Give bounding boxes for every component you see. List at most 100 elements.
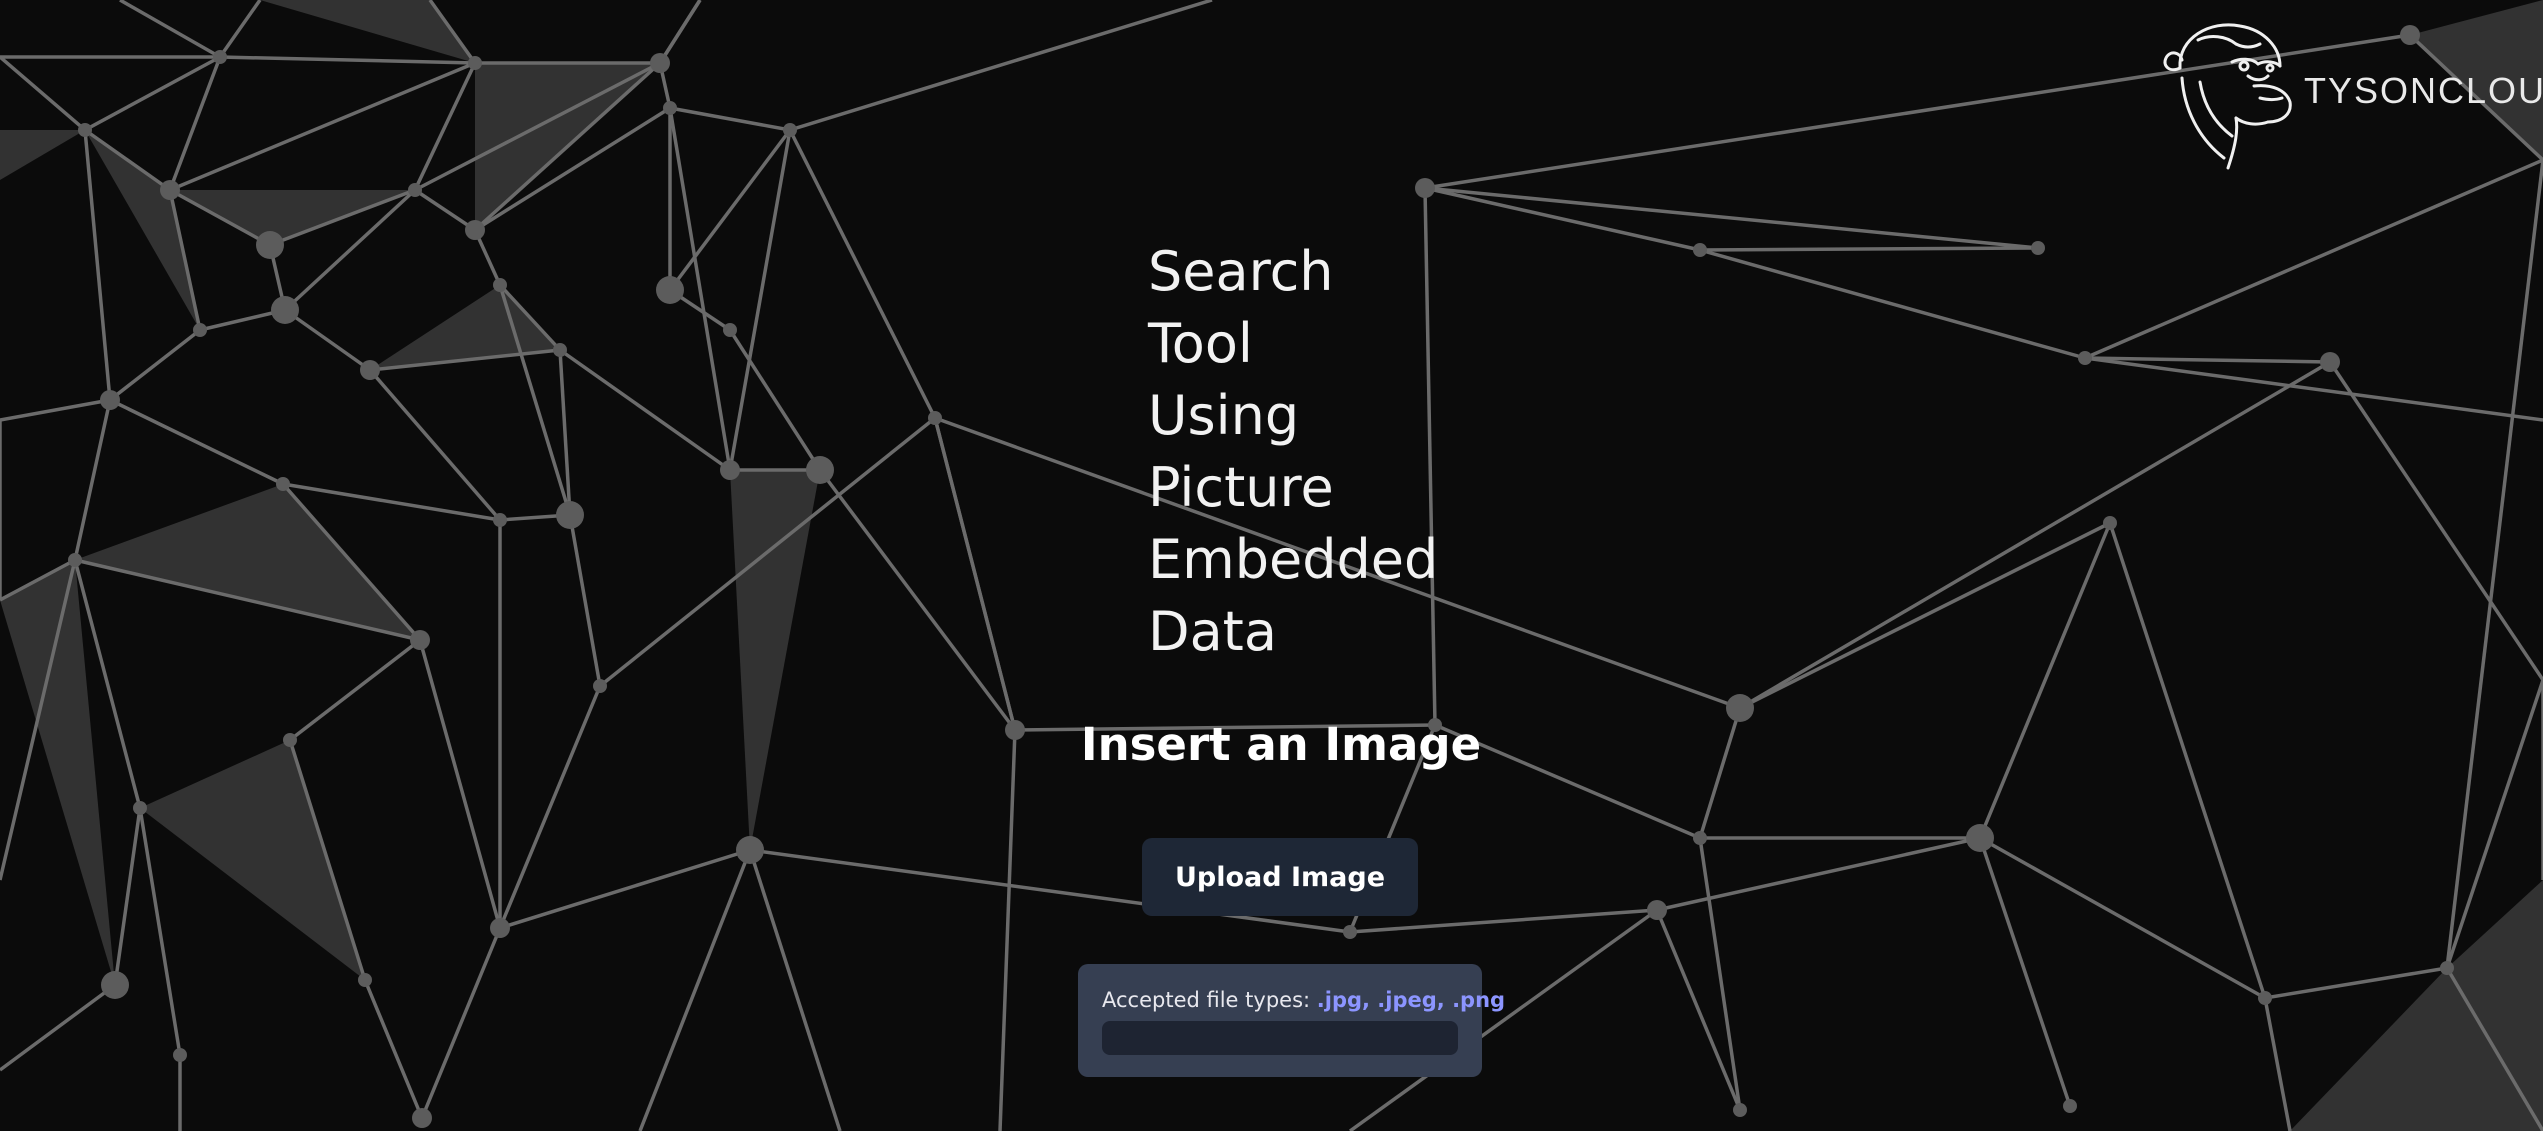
background-line — [658, 0, 702, 64]
background-node — [720, 460, 740, 480]
background-facet — [370, 285, 560, 370]
background-line — [1698, 707, 1742, 839]
background-node — [656, 276, 684, 304]
background-node — [723, 323, 737, 337]
background-line — [119, 0, 221, 59]
background-node — [68, 553, 82, 567]
background-node — [1005, 720, 1025, 740]
insert-image-heading: Insert an Image — [1080, 718, 1482, 771]
file-input-field[interactable] — [1102, 1021, 1458, 1055]
background-node — [1966, 824, 1994, 852]
background-line — [283, 308, 372, 372]
background-line — [748, 849, 842, 1131]
background-line — [499, 848, 751, 930]
background-node — [2031, 241, 2045, 255]
background-line — [0, 55, 87, 132]
headline-word: Search — [1148, 240, 1334, 303]
background-node — [493, 513, 507, 527]
brand-name: TYSONCLOUD — [2304, 70, 2543, 111]
background-facet — [0, 130, 85, 180]
background-node — [736, 836, 764, 864]
background-line — [368, 368, 502, 522]
background-line — [788, 129, 937, 419]
background-node — [2103, 516, 2117, 530]
background-node — [173, 1048, 187, 1062]
background-line — [2108, 522, 2267, 999]
background-node — [1726, 694, 1754, 722]
background-node — [2440, 961, 2454, 975]
background-node — [553, 343, 567, 357]
background-line — [1978, 522, 2112, 839]
background-line — [1978, 837, 2072, 1107]
gorilla-head-icon — [2163, 23, 2292, 170]
background-node — [465, 220, 485, 240]
background-line — [638, 849, 752, 1131]
brand-logo[interactable]: TYSONCLOUD — [2140, 18, 2543, 178]
background-line — [669, 106, 791, 132]
background-node — [806, 456, 834, 484]
background-node — [493, 278, 507, 292]
accepted-file-types-label: Accepted file types: — [1102, 988, 1311, 1012]
background-line — [84, 55, 221, 132]
background-node — [271, 296, 299, 324]
headline-word-list: Search Tool Using Picture Embedded Data — [1148, 236, 1548, 668]
background-node — [1693, 831, 1707, 845]
background-line — [108, 328, 202, 402]
headline-word: Picture — [1148, 456, 1334, 519]
background-line — [413, 62, 477, 191]
background-node — [213, 50, 227, 64]
background-node — [1415, 178, 1435, 198]
background-node — [2258, 991, 2272, 1005]
headline-word: Data — [1148, 600, 1277, 663]
background-node — [490, 918, 510, 938]
upload-image-button[interactable]: Upload Image — [1142, 838, 1418, 916]
background-line — [1739, 521, 2111, 710]
background-line — [2084, 356, 2543, 422]
background-line — [818, 468, 1017, 732]
background-line — [1655, 909, 1742, 1111]
background-facet — [140, 740, 365, 980]
background-line — [168, 56, 222, 191]
background-node — [783, 123, 797, 137]
background-node — [556, 501, 584, 529]
background-node — [360, 360, 380, 380]
background-line — [83, 129, 112, 401]
background-node — [358, 973, 372, 987]
background-node — [2078, 351, 2092, 365]
background-node — [256, 231, 284, 259]
background-line — [2264, 966, 2448, 1000]
background-facet — [730, 470, 820, 850]
background-node — [928, 411, 942, 425]
background-line — [109, 398, 284, 486]
background-node — [133, 801, 147, 815]
background-line — [789, 0, 1213, 132]
headline-word: Tool — [1148, 312, 1253, 375]
background-line — [282, 482, 501, 522]
background-line — [1698, 837, 1742, 1111]
background-node — [2063, 1099, 2077, 1113]
background-node — [1733, 1103, 1747, 1117]
background-line — [558, 348, 732, 472]
background-node — [276, 477, 290, 491]
background-node — [410, 630, 430, 650]
background-node — [1693, 243, 1707, 257]
background-facet — [260, 0, 475, 63]
background-node — [160, 180, 180, 200]
background-node — [468, 56, 482, 70]
background-facet — [2290, 880, 2543, 1131]
background-node — [101, 971, 129, 999]
file-drop-zone[interactable]: Accepted file types: .jpg, .jpeg, .png — [1078, 964, 1505, 1077]
accepted-file-types-list: .jpg, .jpeg, .png — [1316, 988, 1506, 1012]
background-node — [1647, 900, 1667, 920]
background-line — [418, 639, 502, 929]
background-line — [2263, 997, 2292, 1131]
background-node — [100, 390, 120, 410]
background-line — [998, 729, 1017, 1131]
background-node — [2320, 352, 2340, 372]
headline-word: Embedded — [1148, 528, 1439, 591]
accepted-file-types: Accepted file types: .jpg, .jpeg, .png — [1102, 988, 1505, 1012]
background-line — [288, 638, 422, 742]
background-line — [2445, 159, 2543, 969]
background-line — [1699, 246, 2039, 252]
page: TYSONCLOUD Search Tool Using Picture Emb… — [0, 0, 2543, 1131]
